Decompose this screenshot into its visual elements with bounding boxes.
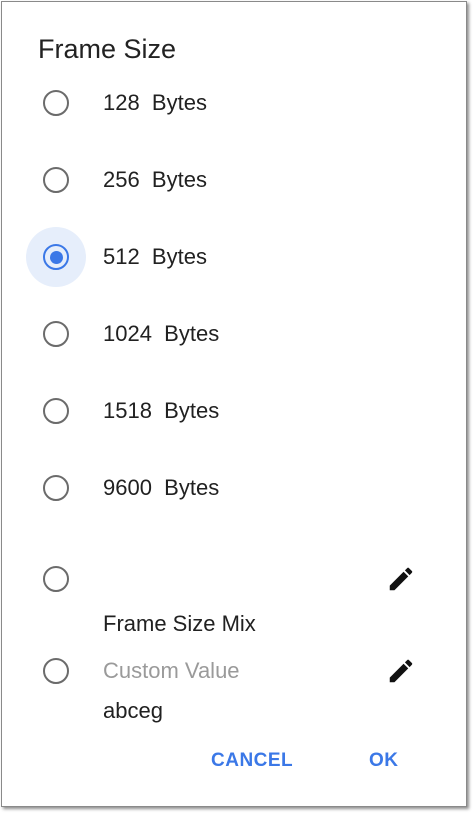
option-label: 256 Bytes xyxy=(103,167,207,192)
dialog-title: Frame Size xyxy=(38,34,177,64)
option-label: 512 Bytes xyxy=(103,244,207,269)
radio-button[interactable] xyxy=(26,73,86,133)
radio-button[interactable] xyxy=(26,641,86,701)
option-label: 128 Bytes xyxy=(103,90,207,115)
option-128-bytes[interactable]: 128 Bytes xyxy=(2,73,466,133)
pencil-icon[interactable] xyxy=(386,564,416,594)
custom-value-field[interactable]: Custom Value xyxy=(103,657,240,685)
cancel-button[interactable]: CANCEL xyxy=(211,750,293,772)
option-1518-bytes[interactable]: 1518 Bytes xyxy=(2,381,466,441)
radio-button[interactable] xyxy=(26,304,86,364)
mix-title: Frame Size Mix xyxy=(103,611,256,636)
option-frame-size-mix[interactable]: Frame Size Mix abceg xyxy=(2,549,466,723)
option-1024-bytes[interactable]: 1024 Bytes xyxy=(2,304,466,364)
pencil-icon[interactable] xyxy=(386,656,416,686)
option-512-bytes[interactable]: 512 Bytes xyxy=(2,227,466,287)
radio-button-selected[interactable] xyxy=(26,227,86,287)
radio-button[interactable] xyxy=(26,381,86,441)
option-label: 1518 Bytes xyxy=(103,398,220,423)
option-9600-bytes[interactable]: 9600 Bytes xyxy=(2,458,466,518)
radio-button[interactable] xyxy=(26,458,86,518)
radio-button[interactable] xyxy=(26,549,86,609)
option-256-bytes[interactable]: 256 Bytes xyxy=(2,150,466,210)
ok-button[interactable]: OK xyxy=(369,750,399,772)
option-custom-value[interactable]: Custom Value xyxy=(2,641,466,701)
option-label: 1024 Bytes xyxy=(103,321,220,346)
frame-size-dialog: Frame Size 128 Bytes 256 Bytes 512 Bytes… xyxy=(1,1,467,807)
option-label: 9600 Bytes xyxy=(103,475,220,500)
radio-button[interactable] xyxy=(26,150,86,210)
